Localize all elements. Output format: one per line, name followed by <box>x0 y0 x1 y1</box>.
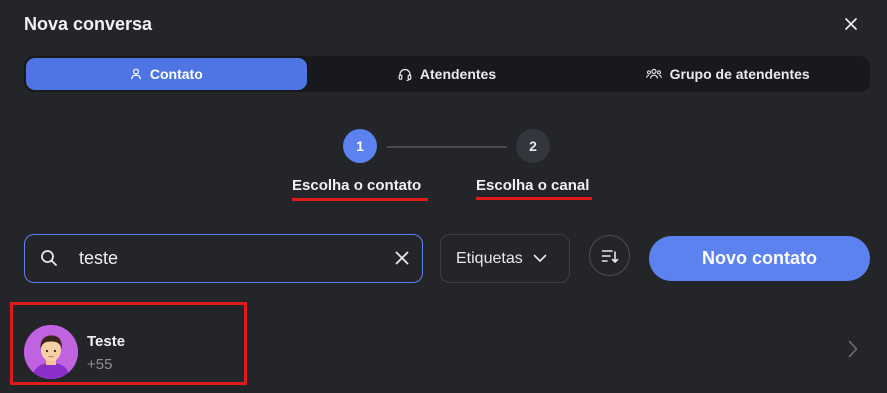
chevron-right-icon <box>848 340 858 358</box>
tab-label: Grupo de atendentes <box>669 66 810 82</box>
tab-label: Contato <box>149 66 203 82</box>
tags-filter-label: Etiquetas <box>456 249 523 267</box>
step-2-indicator: 2 <box>516 129 550 163</box>
step-2-label: Escolha o canal <box>476 177 590 194</box>
tab-atendentes[interactable]: Atendentes <box>307 58 588 90</box>
tab-grupo-de-atendentes[interactable]: Grupo de atendentes <box>587 58 868 90</box>
step-1-annotation-underline <box>292 198 428 201</box>
avatar-icon <box>24 325 78 379</box>
headset-icon <box>398 68 412 81</box>
person-icon <box>130 68 141 80</box>
tags-filter-dropdown[interactable]: Etiquetas <box>440 234 570 283</box>
conversation-type-tabs: Contato Atendentes Grupo de atendentes <box>24 56 870 92</box>
sort-button[interactable] <box>589 235 630 276</box>
step-connector <box>387 146 507 148</box>
step-1-label: Escolha o contato <box>292 177 422 194</box>
search-input[interactable] <box>79 245 379 271</box>
contact-phone: +55 <box>87 356 113 373</box>
close-icon <box>845 18 857 30</box>
step-1-indicator: 1 <box>343 129 377 163</box>
close-button[interactable] <box>838 11 864 37</box>
sort-icon <box>601 249 618 263</box>
new-contact-button[interactable]: Novo contato <box>649 236 870 281</box>
group-icon <box>645 68 662 79</box>
search-field <box>24 234 423 283</box>
contact-name: Teste <box>87 333 126 350</box>
clear-search-icon[interactable] <box>394 250 410 266</box>
search-icon <box>41 250 57 266</box>
tab-label: Atendentes <box>419 66 497 82</box>
tab-contato[interactable]: Contato <box>26 58 307 90</box>
contact-list-item[interactable]: Teste +55 <box>10 302 887 393</box>
chevron-down-icon <box>533 254 547 262</box>
dialog-title: Nova conversa <box>24 14 153 34</box>
step-2-annotation-underline <box>476 197 592 200</box>
